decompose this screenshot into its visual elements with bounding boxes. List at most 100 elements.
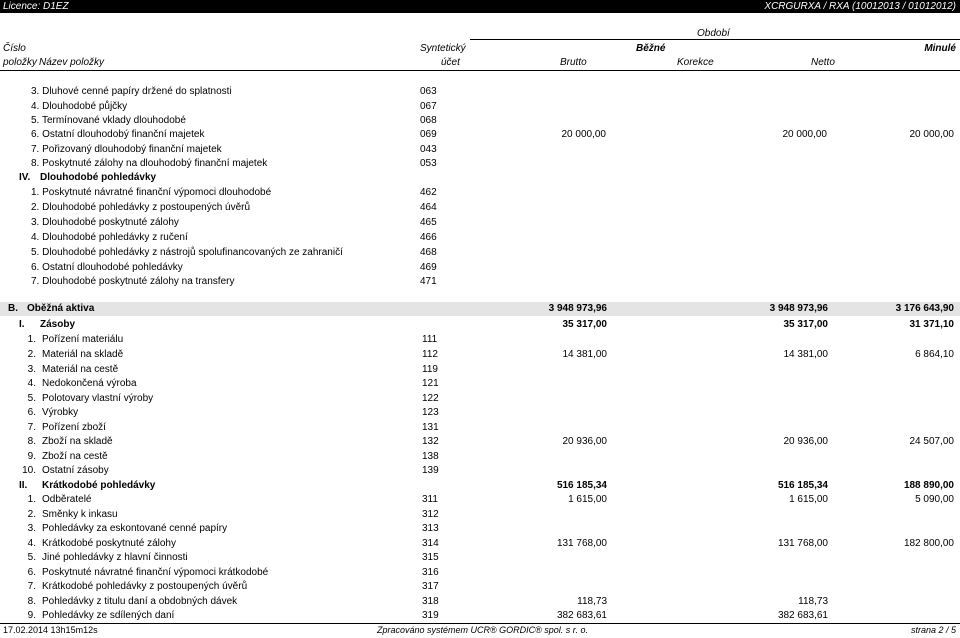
row-label: Směnky k inkasu	[42, 509, 118, 520]
row-ucet: 067	[420, 101, 437, 112]
row-ucet: 317	[422, 581, 439, 592]
row-number: 6.	[27, 567, 36, 578]
row-netto: 516 185,34	[777, 480, 828, 491]
row-label: 6. Ostatní dlouhodobý finanční majetek	[31, 129, 205, 140]
row-ucet: 319	[422, 610, 439, 621]
row-ucet: 468	[420, 247, 437, 258]
row-label: 5. Dlouhodobé pohledávky z nástrojů spol…	[31, 247, 343, 258]
header-netto: Netto	[811, 57, 835, 68]
row-minule: 182 800,00	[903, 538, 954, 549]
row-label: Nedokončená výroba	[42, 378, 137, 389]
row-ucet: 462	[420, 187, 437, 198]
report-code: XCRGURXA / RXA (10012013 / 01012012)	[764, 1, 956, 12]
row-label: Krátkodobé poskytnuté zálohy	[42, 538, 176, 549]
row-label: 3. Dluhové cenné papíry držené do splatn…	[31, 86, 232, 97]
row-number: 7.	[27, 581, 36, 592]
row-label: 8. Poskytnuté zálohy na dlouhodobý finan…	[31, 158, 268, 169]
row-ucet: 466	[420, 232, 437, 243]
row-brutto: 516 185,34	[556, 480, 607, 491]
row-ucet: 068	[420, 115, 437, 126]
row-number: 4.	[27, 538, 36, 549]
table-row: 8. Pohledávky z titulu daní a obdobných …	[0, 594, 960, 609]
table-row: 1. Pořízení materiálu 111	[0, 332, 960, 347]
section-label: Krátkodobé pohledávky	[42, 480, 156, 491]
section-number: IV.	[19, 172, 31, 183]
footer-date: 17.02.2014 13h15m12s	[3, 625, 98, 635]
table-row: 7. Pořizovaný dlouhodobý finanční majete…	[0, 142, 960, 157]
section-row-iv: IV. Dlouhodobé pohledávky	[0, 170, 960, 185]
header-brutto: Brutto	[560, 57, 587, 68]
row-minule: 6 864,10	[915, 349, 954, 360]
row-minule: 20 000,00	[909, 129, 955, 140]
row-label: Pohledávky za eskontované cenné papíry	[42, 523, 228, 534]
row-ucet: 314	[422, 538, 439, 549]
section-number: II.	[19, 480, 28, 491]
header-obdobi: Období	[697, 28, 730, 39]
row-ucet: 069	[420, 129, 437, 140]
row-ucet: 122	[422, 393, 439, 404]
row-label: Poskytnuté návratné finanční výpomoci kr…	[42, 567, 269, 578]
row-netto: 1 615,00	[789, 494, 828, 505]
section-label: Dlouhodobé pohledávky	[40, 172, 157, 183]
section-label: Oběžná aktiva	[27, 303, 95, 314]
table-row: 7. Krátkodobé pohledávky z postoupených …	[0, 579, 960, 594]
footer-page: strana 2 / 5	[910, 625, 956, 635]
row-label: Zboží na skladě	[42, 436, 113, 447]
header-polozky: položky	[3, 57, 37, 68]
row-ucet: 315	[422, 552, 439, 563]
row-netto: 20 936,00	[783, 436, 829, 447]
table-row: 1. Odběratelé 311 1 615,00 1 615,00 5 09…	[0, 492, 960, 507]
row-netto: 20 000,00	[782, 129, 828, 140]
section-row-i: I. Zásoby 35 317,00 35 317,00 31 371,10	[0, 317, 960, 332]
row-label: Výrobky	[42, 407, 79, 418]
footer-system: Zpracováno systémem UCR® GORDIC® spol. s…	[377, 625, 588, 635]
table-row: 3. Dlouhodobé poskytnuté zálohy 465	[0, 215, 960, 230]
table-row: 6. Ostatní dlouhodobé pohledávky 469	[0, 260, 960, 275]
table-row: 7. Pořízení zboží 131	[0, 420, 960, 435]
row-brutto: 131 768,00	[556, 538, 607, 549]
row-number: 3.	[27, 364, 36, 375]
row-minule: 24 507,00	[909, 436, 955, 447]
row-label: Zboží na cestě	[42, 451, 108, 462]
row-ucet: 131	[422, 422, 439, 433]
row-ucet: 316	[422, 567, 439, 578]
row-netto: 14 381,00	[783, 349, 829, 360]
row-brutto: 1 615,00	[568, 494, 607, 505]
row-label: 6. Ostatní dlouhodobé pohledávky	[31, 262, 183, 273]
row-number: 4.	[27, 378, 36, 389]
row-label: Polotovary vlastní výroby	[42, 393, 154, 404]
row-label: 5. Termínované vklady dlouhodobé	[31, 115, 186, 126]
row-label: Materiál na cestě	[42, 364, 119, 375]
table-row: 3. Dluhové cenné papíry držené do splatn…	[0, 84, 960, 99]
section-number: I.	[19, 319, 25, 330]
table-row: 4. Krátkodobé poskytnuté zálohy 314 131 …	[0, 536, 960, 551]
row-ucet: 119	[422, 364, 438, 375]
row-ucet: 139	[422, 465, 439, 476]
table-row: 5. Jiné pohledávky z hlavní činnosti 315	[0, 550, 960, 565]
row-label: Materiál na skladě	[42, 349, 124, 360]
table-row: 6. Výrobky 123	[0, 405, 960, 420]
row-label: 3. Dlouhodobé poskytnuté zálohy	[31, 217, 179, 228]
row-ucet: 111	[422, 334, 438, 345]
row-number: 5.	[27, 393, 36, 404]
row-label: 4. Dlouhodobé půjčky	[31, 101, 128, 112]
table-row: 6. Poskytnuté návratné finanční výpomoci…	[0, 565, 960, 580]
row-ucet: 465	[420, 217, 437, 228]
table-row: 6. Ostatní dlouhodobý finanční majetek 0…	[0, 127, 960, 142]
row-label: 2. Dlouhodobé pohledávky z postoupených …	[31, 202, 251, 213]
row-ucet: 318	[422, 596, 439, 607]
table-row: 7. Dlouhodobé poskytnuté zálohy na trans…	[0, 274, 960, 289]
row-ucet: 123	[422, 407, 439, 418]
row-ucet: 471	[420, 276, 437, 287]
row-ucet: 112	[422, 349, 438, 360]
table-row: 10. Ostatní zásoby 139	[0, 463, 960, 478]
row-number: 6.	[27, 407, 36, 418]
header-bezne: Běžné	[636, 43, 666, 54]
row-label: Pořízení materiálu	[42, 334, 124, 345]
table-row: 2. Dlouhodobé pohledávky z postoupených …	[0, 200, 960, 215]
section-row-ii: II. Krátkodobé pohledávky 516 185,34 516…	[0, 478, 960, 493]
row-number: 2.	[27, 509, 36, 520]
header-divider	[470, 39, 960, 40]
header-ucet: účet	[441, 57, 460, 68]
row-brutto: 3 948 973,96	[548, 303, 607, 314]
